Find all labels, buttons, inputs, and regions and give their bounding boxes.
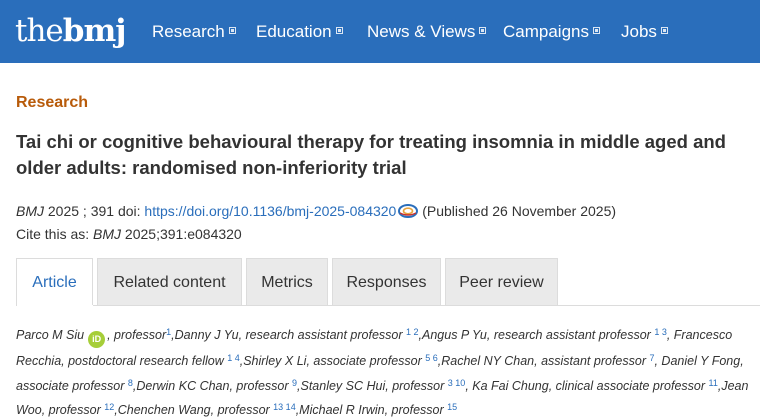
year-volume: 2025 ; 391 <box>47 203 115 219</box>
nav-education[interactable]: Education <box>256 0 343 63</box>
cite-as-journal: BMJ <box>93 226 122 242</box>
external-link-icon <box>660 27 668 34</box>
author-entry[interactable]: ,Stanley SC Hui, professor <box>297 379 444 393</box>
site-header: thebmj Research Education News & Views C… <box>0 0 760 63</box>
tab-article[interactable]: Article <box>16 258 93 306</box>
author-entry[interactable]: ,Rachel NY Chan, assistant professor <box>438 354 646 368</box>
author-entry[interactable]: ,Michael R Irwin, professor <box>296 403 444 417</box>
citation-line: BMJ 2025 ; 391 doi: https://doi.org/10.1… <box>16 202 616 220</box>
affiliation-ref[interactable]: 1 2 <box>406 327 419 337</box>
affiliation-ref[interactable]: 5 6 <box>425 353 438 363</box>
doi-link[interactable]: https://doi.org/10.1136/bmj-2025-084320 <box>144 203 396 219</box>
author-entry[interactable]: ,Angus P Yu, research assistant professo… <box>419 328 651 342</box>
nav-research[interactable]: Research <box>152 0 236 63</box>
article-tabs: Article Related content Metrics Response… <box>16 258 562 306</box>
author-entry[interactable]: , Ka Fai Chung, clinical associate profe… <box>465 379 705 393</box>
doi-label: doi: <box>117 203 141 219</box>
external-link-icon <box>479 27 487 34</box>
author-role: , professor <box>107 328 167 342</box>
nav-news-views[interactable]: News & Views <box>367 0 487 63</box>
external-link-icon <box>228 27 236 34</box>
affiliation-ref[interactable]: 11 <box>709 378 718 388</box>
orcid-icon[interactable]: iD <box>88 331 106 348</box>
affiliation-ref[interactable]: 13 14 <box>273 402 296 412</box>
article-section-label[interactable]: Research <box>16 94 88 112</box>
tab-related-content[interactable]: Related content <box>97 258 242 306</box>
affiliation-ref[interactable]: 1 3 <box>654 327 667 337</box>
affiliation-ref[interactable]: 3 10 <box>448 378 466 388</box>
author-entry[interactable]: ,Shirley X Li, associate professor <box>240 354 422 368</box>
altmetric-donut-icon[interactable] <box>398 204 419 218</box>
tab-responses[interactable]: Responses <box>332 258 441 306</box>
author-entry[interactable]: ,Chenchen Wang, professor <box>114 403 269 417</box>
bmj-logo[interactable]: thebmj <box>15 13 126 49</box>
author-entry[interactable]: ,Derwin KC Chan, professor <box>133 379 289 393</box>
tabs-divider <box>16 305 760 306</box>
author-list: Parco M Siu iD, professor1,Danny J Yu, re… <box>16 322 756 420</box>
cite-as-label: Cite this as: <box>16 226 90 242</box>
cite-as-ref: 2025;391:e084320 <box>124 226 242 242</box>
nav-jobs[interactable]: Jobs <box>621 0 668 63</box>
cite-as-line: Cite this as: BMJ 2025;391:e084320 <box>16 225 242 243</box>
tab-metrics[interactable]: Metrics <box>246 258 328 306</box>
nav-campaigns[interactable]: Campaigns <box>503 0 600 63</box>
affiliation-ref[interactable]: 1 4 <box>227 353 240 363</box>
affiliation-ref[interactable]: 12 <box>104 402 114 412</box>
tab-peer-review[interactable]: Peer review <box>445 258 558 306</box>
external-link-icon <box>335 27 343 34</box>
affiliation-ref[interactable]: 15 <box>447 402 457 412</box>
author-entry[interactable]: ,Danny J Yu, research assistant professo… <box>171 328 402 342</box>
journal-name: BMJ <box>16 203 44 219</box>
article-title: Tai chi or cognitive behavioural therapy… <box>16 131 726 178</box>
external-link-icon <box>593 27 600 34</box>
published-date: (Published 26 November 2025) <box>422 203 617 219</box>
author-name[interactable]: Parco M Siu <box>16 328 84 342</box>
